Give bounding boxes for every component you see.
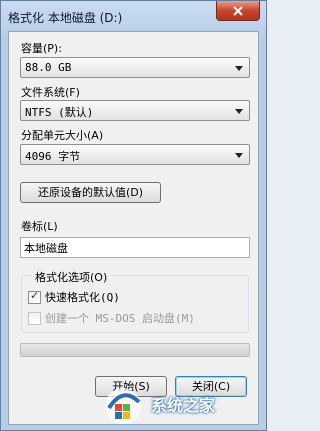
- capacity-value: 88.0 GB: [25, 61, 72, 74]
- msdos-disk-label: 创建一个 MS-DOS 启动盘(M): [45, 312, 195, 325]
- allocation-value: 4096 字节: [25, 150, 81, 163]
- watermark-text: 系统之家: [151, 396, 216, 415]
- close-icon: [233, 5, 243, 16]
- close-window-button[interactable]: [216, 1, 260, 21]
- restore-defaults-button[interactable]: 还原设备的默认值(D): [20, 182, 161, 203]
- allocation-select[interactable]: 4096 字节: [20, 144, 250, 165]
- msdos-disk-option: 创建一个 MS-DOS 启动盘(M): [28, 310, 195, 326]
- filesystem-label: 文件系统(F): [21, 86, 80, 99]
- quick-format-option[interactable]: 快速格式化(Q): [28, 289, 120, 305]
- quick-format-checkbox[interactable]: [28, 289, 41, 304]
- chevron-down-icon: [235, 66, 243, 71]
- format-dialog-window: 格式化 本地磁盘 (D:) 容量(P): 88.0 GB 文件系统(F) NTF…: [0, 0, 267, 431]
- chevron-down-icon: [235, 153, 243, 158]
- format-options-group: 格式化选项(O) 快速格式化(Q) 创建一个 MS-DOS 启动盘(M): [21, 269, 249, 333]
- window-title: 格式化 本地磁盘 (D:): [8, 11, 123, 25]
- title-bar[interactable]: 格式化 本地磁盘 (D:): [1, 1, 266, 31]
- volume-label-input[interactable]: [21, 238, 249, 257]
- filesystem-value: NTFS (默认): [25, 106, 94, 119]
- volume-label-field[interactable]: [20, 237, 250, 258]
- chevron-down-icon: [235, 109, 243, 114]
- format-progress-bar: [20, 343, 250, 357]
- filesystem-select[interactable]: NTFS (默认): [20, 100, 250, 121]
- capacity-select[interactable]: 88.0 GB: [20, 57, 250, 78]
- msdos-disk-checkbox: [28, 311, 41, 325]
- dialog-client-area: 容量(P): 88.0 GB 文件系统(F) NTFS (默认) 分配单元大小(…: [8, 31, 259, 425]
- allocation-label: 分配单元大小(A): [21, 129, 104, 142]
- volume-label: 卷标(L): [21, 220, 58, 233]
- format-options-legend: 格式化选项(O): [32, 269, 111, 285]
- quick-format-label: 快速格式化(Q): [45, 291, 120, 304]
- site-watermark: 系统之家: [101, 382, 215, 426]
- watermark-logo-icon: [105, 388, 141, 424]
- capacity-label: 容量(P):: [21, 42, 62, 55]
